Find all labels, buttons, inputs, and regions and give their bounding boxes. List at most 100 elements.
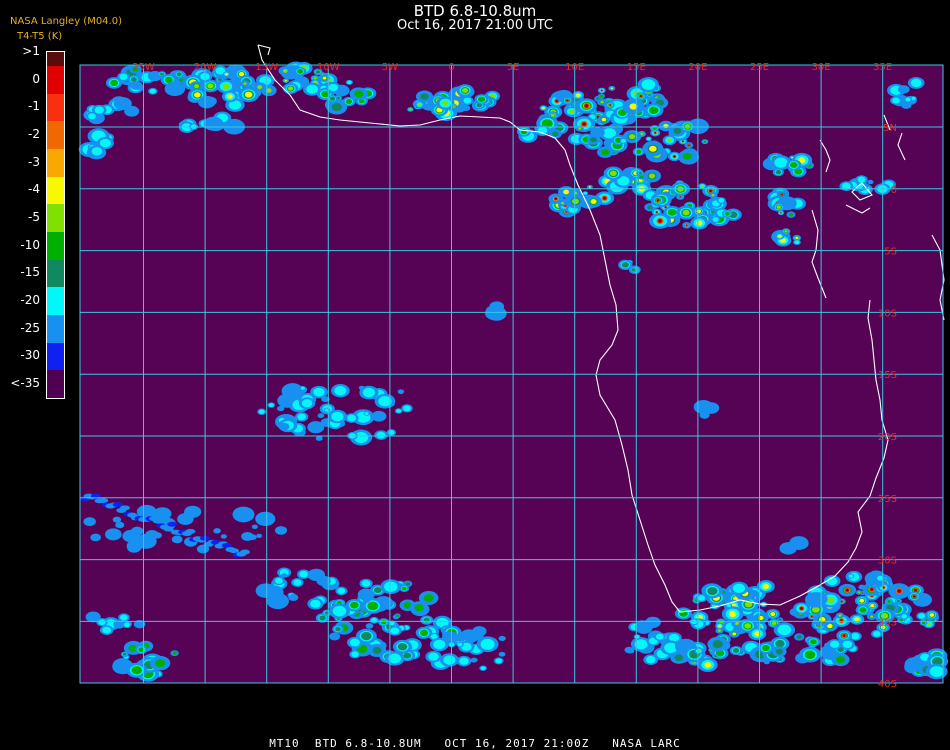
- cloud-blob: [718, 198, 725, 203]
- cloud-blob: [337, 587, 346, 594]
- cloud-blob: [638, 171, 643, 175]
- cloud-blob: [791, 156, 794, 159]
- cloud-blob: [796, 634, 802, 640]
- cloud-blob: [726, 603, 731, 608]
- latitude-label: 20S: [878, 432, 897, 443]
- cloud-blob: [176, 72, 182, 77]
- cloud-blob: [929, 666, 944, 677]
- cloud-blob: [784, 230, 788, 233]
- cloud-blob: [110, 79, 119, 87]
- cloud-blob: [241, 531, 254, 541]
- cloud-blob: [119, 73, 128, 80]
- cloud-blob: [364, 412, 369, 416]
- cloud-blob: [159, 72, 165, 76]
- cloud-blob: [389, 621, 395, 626]
- cloud-blob: [658, 219, 662, 223]
- cloud-blob: [418, 103, 422, 106]
- longitude-label: 15E: [627, 62, 646, 73]
- cloud-blob: [390, 627, 400, 635]
- cloud-blob: [120, 505, 130, 511]
- cloud-blob: [403, 652, 412, 659]
- cloud-blob: [555, 100, 558, 102]
- cloud-blob: [244, 91, 253, 98]
- cloud-blob: [645, 616, 661, 628]
- cloud-blob: [848, 574, 854, 578]
- cloud-blob: [470, 657, 478, 663]
- cloud-blob: [467, 632, 480, 642]
- cloud-blob: [419, 629, 429, 637]
- cloud-blob: [287, 86, 294, 91]
- cloud-blob: [94, 106, 104, 114]
- cloud-blob: [281, 573, 288, 578]
- cloud-blob: [365, 623, 374, 629]
- cloud-blob: [207, 83, 214, 89]
- cloud-blob: [227, 94, 233, 99]
- cloud-blob: [281, 383, 304, 399]
- cloud-blob: [268, 403, 274, 407]
- cloud-blob: [804, 592, 827, 608]
- cloud-blob: [583, 191, 588, 195]
- cloud-blob: [778, 234, 782, 238]
- cloud-blob: [351, 651, 359, 658]
- cloud-blob: [317, 413, 325, 419]
- cloud-blob: [347, 80, 352, 85]
- cloud-blob: [830, 640, 840, 648]
- cloud-blob: [788, 212, 794, 217]
- cloud-blob: [329, 632, 341, 641]
- satellite-map: 25W 20W 15W 10W 5W 0 5E 10E 15E 20E 25E 30E 35E 5N 0 5S…: [78, 44, 949, 690]
- cloud-blob: [122, 652, 127, 656]
- cloud-blob: [841, 601, 843, 602]
- cloud-blob: [590, 199, 597, 204]
- cloud-blob: [184, 505, 202, 518]
- cloud-blob: [800, 607, 803, 610]
- cloud-blob: [405, 582, 411, 586]
- cloud-blob: [794, 240, 800, 245]
- cloud-blob: [600, 100, 604, 104]
- cloud-blob: [682, 209, 690, 216]
- cloud-blob: [153, 532, 162, 539]
- cloud-blob: [395, 614, 400, 617]
- cloud-blob: [155, 659, 166, 668]
- cloud-blob: [441, 631, 458, 643]
- cloud-blob: [489, 301, 505, 312]
- cloud-blob: [332, 605, 347, 617]
- cloud-blob: [795, 236, 799, 240]
- cloud-blob: [520, 128, 528, 135]
- cloud-blob: [926, 622, 932, 626]
- cloud-blob: [712, 640, 723, 649]
- cloud-blob: [775, 170, 782, 175]
- cloud-blob: [335, 626, 341, 632]
- cloud-blob: [640, 175, 644, 179]
- cloud-blob: [414, 604, 424, 612]
- cloud-blob: [251, 524, 258, 529]
- cloud-blob: [403, 405, 411, 412]
- cloud-blob: [328, 83, 339, 92]
- cloud-blob: [542, 106, 545, 110]
- cloud-blob: [284, 79, 287, 82]
- cloud-blob: [762, 583, 769, 590]
- cloud-blob: [851, 633, 860, 640]
- cloud-blob: [480, 666, 486, 671]
- cloud-blob: [873, 631, 881, 637]
- cloud-blob: [361, 580, 371, 587]
- cloud-blob: [463, 97, 472, 104]
- cloud-blob: [371, 617, 378, 623]
- cloud-blob: [167, 83, 174, 88]
- cloud-blob: [709, 190, 712, 192]
- longitude-label: 20E: [688, 62, 707, 73]
- cloud-blob: [257, 85, 263, 90]
- cloud-blob: [568, 109, 574, 114]
- cloud-blob: [130, 81, 143, 90]
- cloud-blob: [712, 217, 719, 222]
- cloud-blob: [362, 387, 376, 398]
- cloud-blob: [718, 624, 722, 628]
- cloud-blob: [918, 613, 926, 619]
- cloud-blob: [372, 646, 382, 655]
- cloud-blob: [601, 90, 603, 91]
- cloud-blob: [610, 87, 614, 90]
- cloud-blob: [686, 224, 688, 226]
- cloud-blob: [655, 633, 664, 640]
- cloud-blob: [887, 599, 891, 604]
- cloud-blob: [870, 615, 874, 618]
- cloud-blob: [733, 583, 746, 593]
